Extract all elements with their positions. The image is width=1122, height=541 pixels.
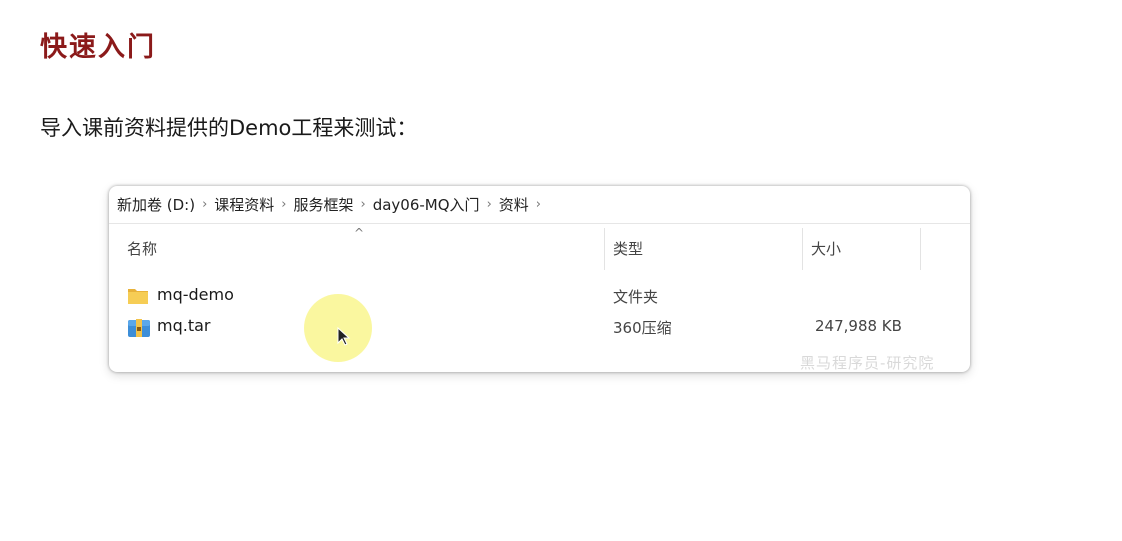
file-type: 文件夹	[613, 288, 659, 306]
watermark: 黑马程序员-研究院	[800, 354, 935, 372]
breadcrumb-item-course[interactable]: 课程资料	[213, 192, 275, 217]
sort-ascending-icon: ^	[354, 226, 365, 240]
breadcrumb-item-day06[interactable]: day06-MQ入门	[372, 192, 481, 217]
column-divider[interactable]	[802, 228, 803, 270]
file-name: mq-demo	[157, 285, 234, 304]
mouse-pointer-icon	[337, 326, 351, 351]
archive-icon	[127, 317, 151, 343]
breadcrumb-item-framework[interactable]: 服务框架	[293, 192, 355, 217]
slide-title: 快速入门	[40, 32, 156, 63]
column-header-size[interactable]: 大小	[811, 238, 841, 259]
breadcrumb-separator: ›	[486, 197, 492, 212]
column-divider[interactable]	[920, 228, 921, 270]
breadcrumb-separator: ›	[535, 197, 541, 212]
column-header-type[interactable]: 类型	[613, 238, 643, 259]
file-type: 360压缩	[613, 319, 672, 337]
breadcrumb-separator: ›	[202, 197, 208, 212]
file-name: mq.tar	[157, 316, 211, 335]
column-divider[interactable]	[604, 228, 605, 270]
file-explorer-window: 新加卷 (D:) › 课程资料 › 服务框架 › day06-MQ入门 › 资料…	[109, 186, 970, 372]
breadcrumb-item-materials[interactable]: 资料	[498, 192, 530, 217]
file-size: 247,988 KB	[815, 317, 902, 335]
breadcrumb-separator: ›	[360, 197, 366, 212]
column-header-name[interactable]: 名称	[127, 238, 157, 259]
breadcrumb-separator: ›	[281, 197, 287, 212]
folder-icon	[127, 286, 149, 310]
breadcrumb-item-drive[interactable]: 新加卷 (D:)	[116, 192, 196, 217]
breadcrumb[interactable]: 新加卷 (D:) › 课程资料 › 服务框架 › day06-MQ入门 › 资料…	[109, 186, 970, 224]
slide-instruction: 导入课前资料提供的Demo工程来测试：	[40, 116, 418, 140]
file-row-mq-tar[interactable]: mq.tar 360压缩 247,988 KB	[121, 313, 951, 341]
file-row-mq-demo[interactable]: mq-demo 文件夹	[121, 282, 951, 310]
